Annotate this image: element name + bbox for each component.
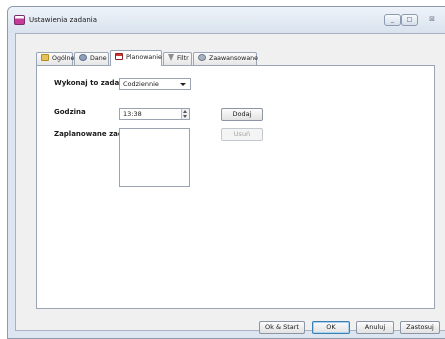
minimize-button[interactable]: _ [384, 14, 401, 26]
cancel-button[interactable]: Anuluj [356, 321, 394, 334]
remove-button[interactable]: Usuń [221, 128, 263, 141]
add-button[interactable]: Dodaj [221, 108, 263, 121]
spin-up-icon[interactable] [183, 110, 187, 113]
title-bar[interactable]: Ustawienia zadania _ □ ⊠ [8, 7, 445, 33]
time-value: 13:38 [123, 110, 142, 118]
calendar-icon [115, 53, 123, 60]
chevron-down-icon [180, 83, 186, 86]
tab-planowanie[interactable]: Planowanie [110, 50, 162, 66]
tab-label: Filtr [177, 55, 189, 62]
database-icon [79, 54, 87, 61]
tab-label: Zaawansowane [209, 55, 259, 62]
settings-window: Ustawienia zadania _ □ ⊠ Ogólne Dane Pla… [7, 6, 445, 339]
window-title: Ustawienia zadania [29, 16, 98, 24]
spin-down-icon[interactable] [183, 115, 187, 118]
scheduled-tasks-list[interactable] [119, 128, 190, 187]
close-button[interactable]: ⊠ [422, 14, 442, 26]
tab-ogolne[interactable]: Ogólne [36, 52, 75, 65]
gear-icon [198, 54, 206, 61]
folder-icon [41, 54, 49, 61]
time-field[interactable]: 13:38 [119, 108, 190, 120]
time-label: Godzina [54, 108, 86, 116]
maximize-button[interactable]: □ [401, 14, 418, 26]
ok-button[interactable]: OK [312, 321, 350, 334]
app-icon [14, 15, 25, 25]
ok-and-start-button[interactable]: Ok & Start [259, 321, 305, 334]
tab-panel-planowanie [36, 65, 435, 309]
tab-filtr[interactable]: Filtr [163, 52, 192, 65]
tab-label: Planowanie [126, 54, 162, 61]
filter-icon [168, 54, 174, 61]
frequency-value: Codziennie [123, 80, 159, 88]
tab-dane[interactable]: Dane [74, 52, 109, 65]
apply-button[interactable]: Zastosuj [400, 321, 440, 334]
time-spinner[interactable] [181, 109, 189, 119]
dialog-client-area: Ogólne Dane Planowanie Filtr Zaawansowan… [15, 33, 445, 334]
tab-label: Dane [90, 55, 107, 62]
frequency-select[interactable]: Codziennie [119, 78, 191, 90]
tab-zaawansowane[interactable]: Zaawansowane [193, 52, 259, 65]
tab-label: Ogólne [52, 55, 75, 62]
